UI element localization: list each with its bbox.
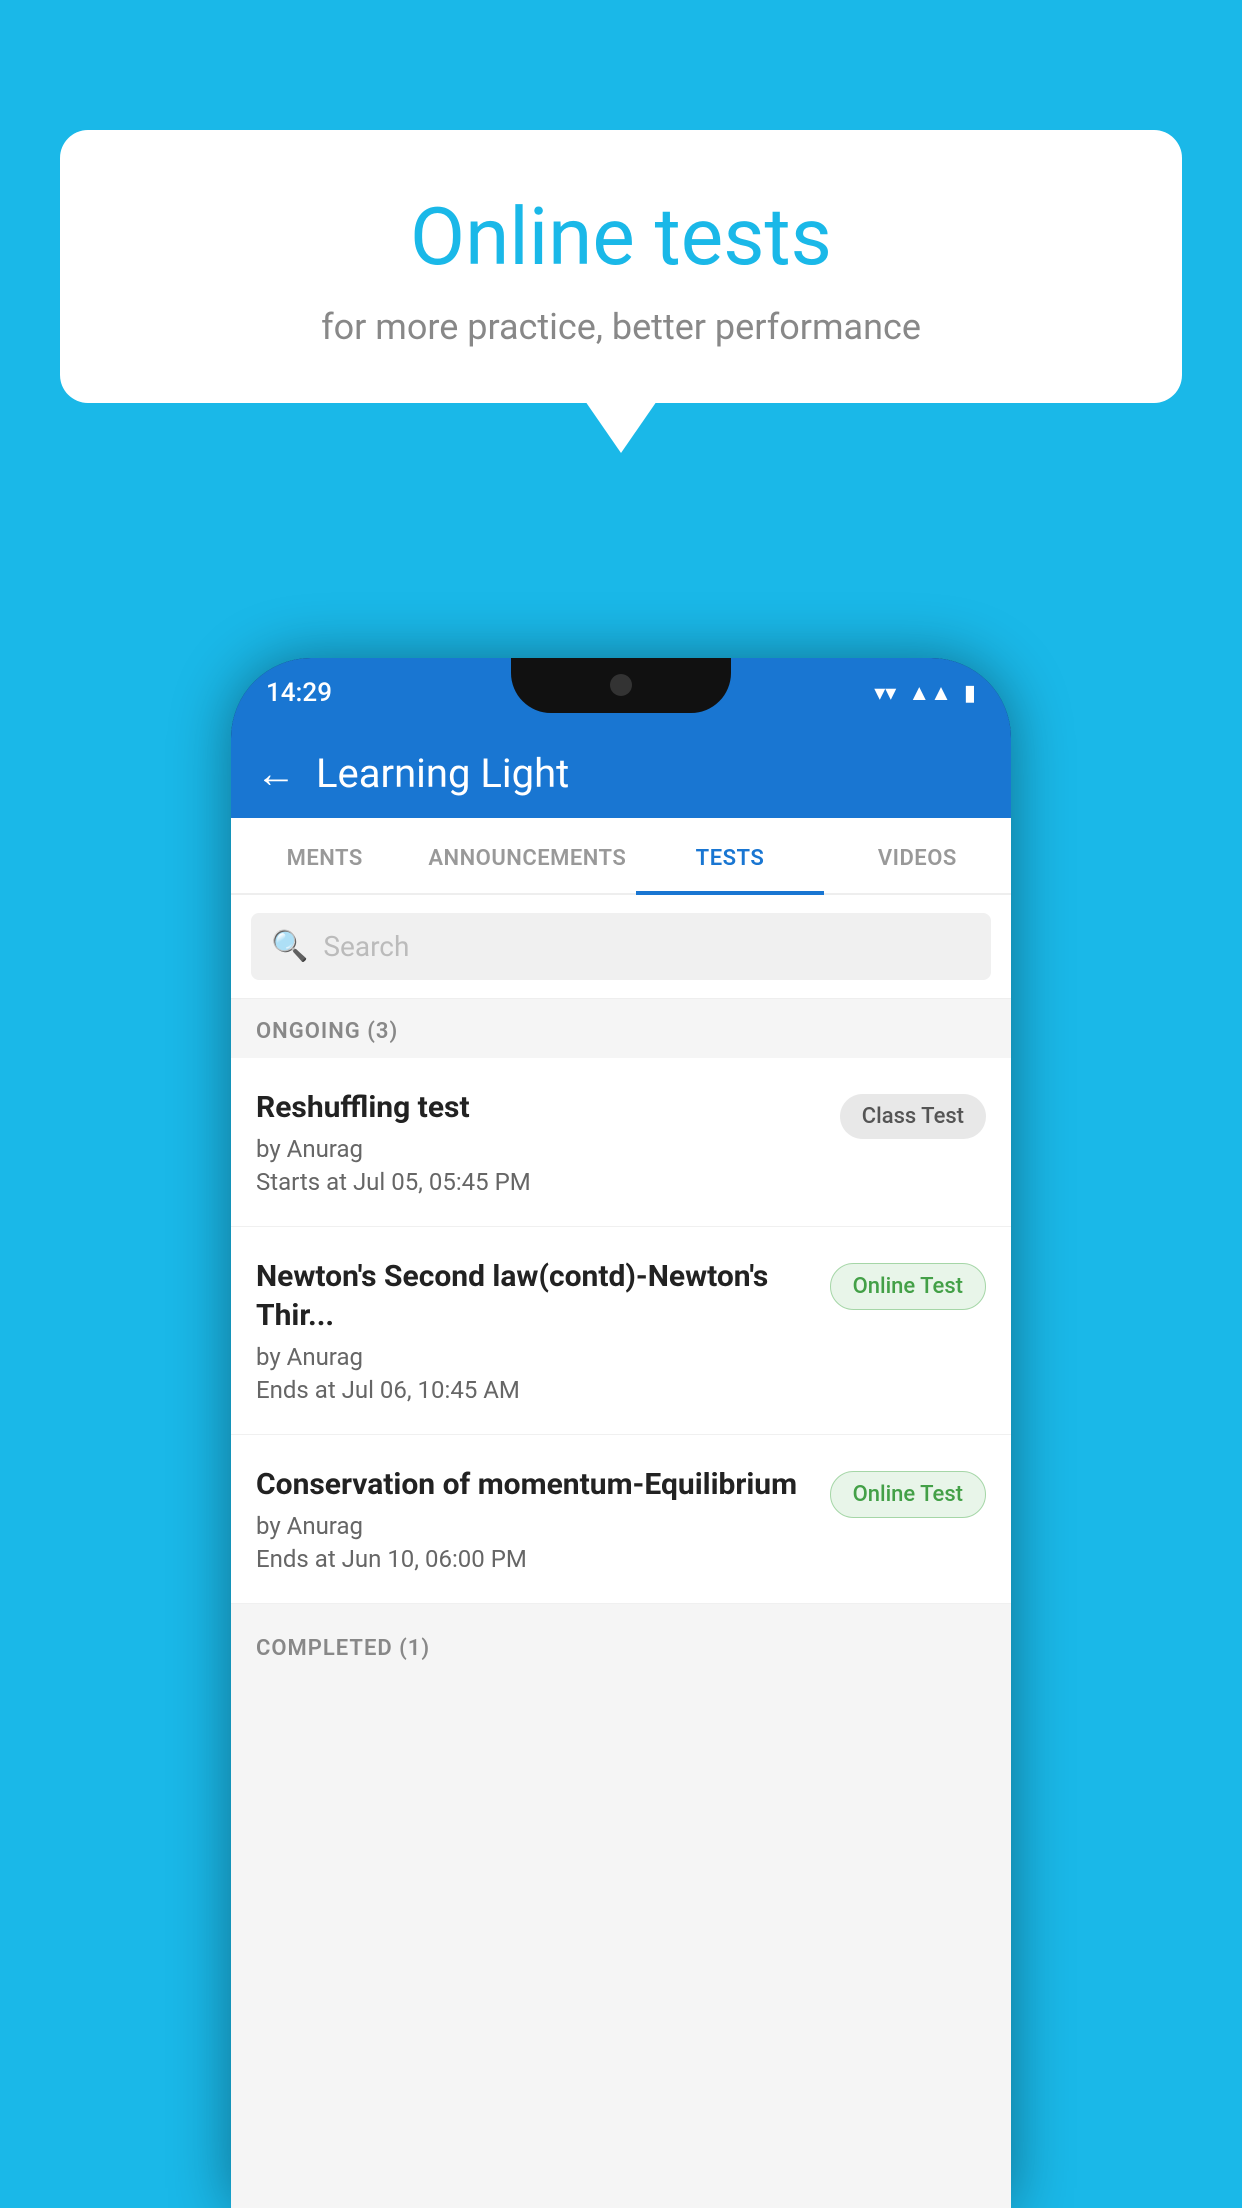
test-list: Reshuffling test by Anurag Starts at Jul… bbox=[231, 1058, 1011, 1604]
test-info-2: Newton's Second law(contd)-Newton's Thir… bbox=[256, 1257, 810, 1404]
signal-icon: ▲▲ bbox=[908, 680, 952, 706]
test-name-2: Newton's Second law(contd)-Newton's Thir… bbox=[256, 1257, 810, 1335]
test-badge-1: Class Test bbox=[840, 1094, 986, 1139]
search-bar[interactable]: 🔍 Search bbox=[251, 913, 991, 980]
test-badge-3: Online Test bbox=[830, 1471, 986, 1518]
test-info-1: Reshuffling test by Anurag Starts at Jul… bbox=[256, 1088, 820, 1196]
speech-bubble: Online tests for more practice, better p… bbox=[60, 130, 1182, 403]
phone-content: 🔍 Search ONGOING (3) Reshuffling test by… bbox=[231, 895, 1011, 2208]
phone-frame: 14:29 ▾▾ ▲▲ ▮ ← Learning Light MENTS ANN… bbox=[231, 658, 1011, 2208]
test-author-2: by Anurag bbox=[256, 1343, 810, 1371]
app-title: Learning Light bbox=[316, 750, 569, 797]
app-bar: ← Learning Light bbox=[231, 728, 1011, 818]
tab-videos[interactable]: VIDEOS bbox=[824, 818, 1011, 893]
test-name-1: Reshuffling test bbox=[256, 1088, 820, 1127]
ongoing-section-header: ONGOING (3) bbox=[231, 999, 1011, 1058]
speech-bubble-container: Online tests for more practice, better p… bbox=[60, 130, 1182, 403]
test-item[interactable]: Conservation of momentum-Equilibrium by … bbox=[231, 1435, 1011, 1604]
search-icon: 🔍 bbox=[271, 929, 308, 964]
test-name-3: Conservation of momentum-Equilibrium bbox=[256, 1465, 810, 1504]
speech-bubble-subtitle: for more practice, better performance bbox=[110, 306, 1132, 348]
phone-notch bbox=[511, 658, 731, 713]
test-badge-2: Online Test bbox=[830, 1263, 986, 1310]
test-item[interactable]: Reshuffling test by Anurag Starts at Jul… bbox=[231, 1058, 1011, 1227]
search-placeholder: Search bbox=[323, 930, 409, 963]
test-item[interactable]: Newton's Second law(contd)-Newton's Thir… bbox=[231, 1227, 1011, 1435]
speech-bubble-title: Online tests bbox=[110, 190, 1132, 284]
test-date-2: Ends at Jul 06, 10:45 AM bbox=[256, 1376, 810, 1404]
wifi-icon: ▾▾ bbox=[874, 681, 896, 706]
test-date-3: Ends at Jun 10, 06:00 PM bbox=[256, 1545, 810, 1573]
completed-section-header: COMPLETED (1) bbox=[231, 1616, 1011, 1675]
camera-dot bbox=[610, 674, 632, 696]
test-author-1: by Anurag bbox=[256, 1135, 820, 1163]
tabs-bar: MENTS ANNOUNCEMENTS TESTS VIDEOS bbox=[231, 818, 1011, 895]
test-date-1: Starts at Jul 05, 05:45 PM bbox=[256, 1168, 820, 1196]
tab-tests[interactable]: TESTS bbox=[636, 818, 823, 893]
back-button[interactable]: ← bbox=[256, 750, 296, 797]
test-author-3: by Anurag bbox=[256, 1512, 810, 1540]
tab-ments[interactable]: MENTS bbox=[231, 818, 418, 893]
tab-announcements[interactable]: ANNOUNCEMENTS bbox=[418, 818, 636, 893]
battery-icon: ▮ bbox=[964, 681, 976, 706]
status-time: 14:29 bbox=[266, 678, 332, 708]
search-container: 🔍 Search bbox=[231, 895, 1011, 999]
status-icons: ▾▾ ▲▲ ▮ bbox=[874, 680, 976, 706]
test-info-3: Conservation of momentum-Equilibrium by … bbox=[256, 1465, 810, 1573]
